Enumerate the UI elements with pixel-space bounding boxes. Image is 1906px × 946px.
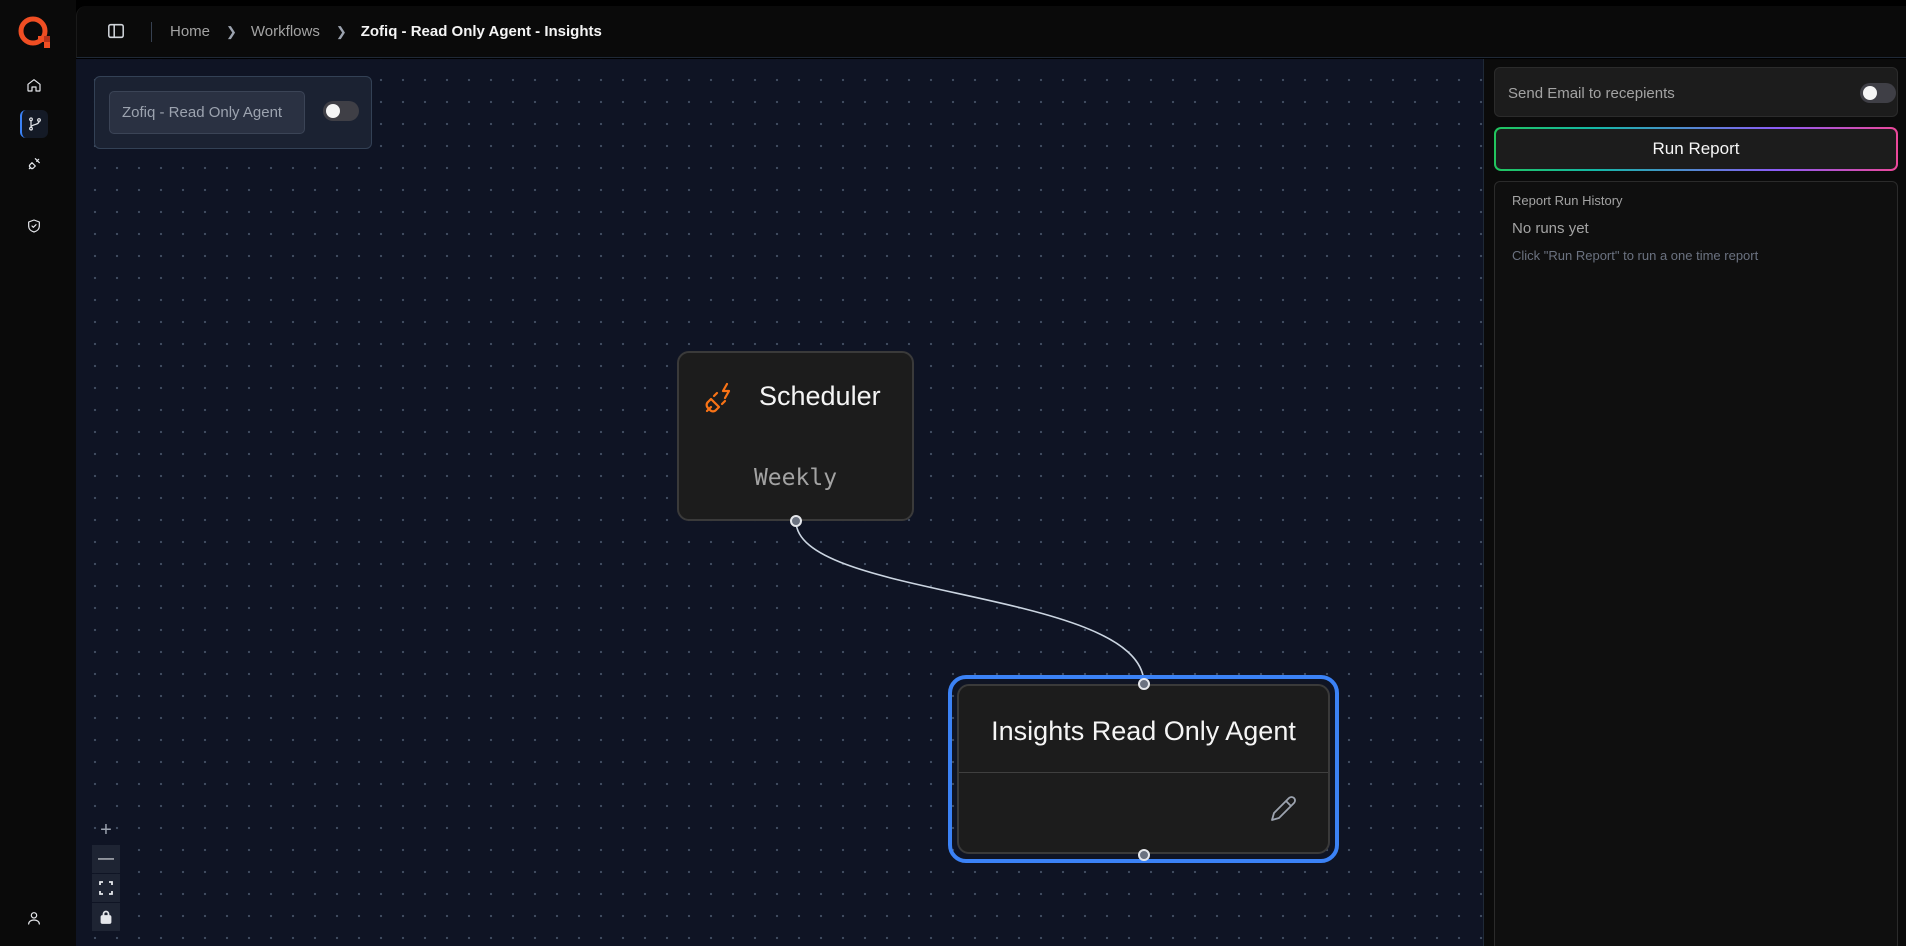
workflow-enabled-toggle[interactable] bbox=[323, 101, 359, 121]
report-panel: Send Email to recepients Run Report Repo… bbox=[1483, 59, 1906, 946]
home-icon bbox=[27, 79, 41, 92]
run-report-button[interactable]: Run Report bbox=[1494, 127, 1898, 171]
integrations-plug-icon bbox=[28, 158, 40, 170]
scheduler-node[interactable]: Scheduler Weekly bbox=[677, 351, 914, 521]
zofiq-logo-icon[interactable] bbox=[16, 14, 52, 50]
agent-title: Insights Read Only Agent bbox=[991, 716, 1296, 746]
shield-check-icon bbox=[28, 219, 40, 233]
divider bbox=[959, 772, 1328, 773]
breadcrumb-current: Zofiq - Read Only Agent - Insights bbox=[360, 23, 602, 40]
workflow-name-input[interactable] bbox=[109, 91, 305, 134]
edge-scheduler-to-agent bbox=[795, 520, 1145, 685]
send-email-toggle[interactable] bbox=[1860, 83, 1896, 103]
lock-icon bbox=[100, 910, 112, 924]
toggle-knob bbox=[326, 104, 340, 118]
edit-agent-button[interactable] bbox=[1266, 792, 1302, 828]
agent-output-handle[interactable] bbox=[1138, 849, 1150, 861]
fit-view-button[interactable] bbox=[92, 874, 120, 902]
zoom-in-button[interactable]: + bbox=[92, 816, 120, 844]
workflow-icon bbox=[29, 117, 41, 131]
sidebar-toggle-icon bbox=[108, 23, 124, 39]
sidebar-toggle-button[interactable] bbox=[107, 22, 127, 42]
app-rail bbox=[0, 0, 76, 946]
send-email-card: Send Email to recepients bbox=[1494, 67, 1898, 117]
scheduler-frequency: Weekly bbox=[753, 465, 838, 491]
top-bar: Home ❯ Workflows ❯ Zofiq - Read Only Age… bbox=[76, 6, 1906, 58]
agent-node[interactable]: Insights Read Only Agent bbox=[957, 684, 1330, 854]
breadcrumb: Home ❯ Workflows ❯ Zofiq - Read Only Age… bbox=[170, 23, 602, 40]
empty-state-hint: Click "Run Report" to run a one time rep… bbox=[1512, 248, 1759, 263]
nav-profile-button[interactable] bbox=[20, 904, 48, 932]
report-run-history: Report Run History No runs yet Click "Ru… bbox=[1494, 181, 1898, 946]
lock-button[interactable] bbox=[92, 903, 120, 931]
history-title: Report Run History bbox=[1512, 193, 1623, 208]
nav-home-button[interactable] bbox=[20, 71, 48, 99]
workflow-name-panel bbox=[94, 76, 372, 149]
empty-state-title: No runs yet bbox=[1512, 220, 1589, 237]
pencil-icon bbox=[1271, 796, 1296, 821]
agent-node-selection: Insights Read Only Agent bbox=[948, 675, 1339, 863]
plug-bolt-icon bbox=[703, 381, 737, 415]
chevron-right-icon: ❯ bbox=[226, 23, 237, 39]
breadcrumb-workflows[interactable]: Workflows bbox=[251, 23, 320, 40]
breadcrumb-home[interactable]: Home bbox=[170, 23, 210, 40]
chevron-right-icon: ❯ bbox=[335, 23, 347, 39]
send-email-label: Send Email to recepients bbox=[1508, 85, 1675, 102]
toggle-knob bbox=[1863, 86, 1877, 100]
zoom-out-button[interactable]: — bbox=[92, 845, 120, 873]
scheduler-output-handle[interactable] bbox=[790, 515, 802, 527]
workflow-canvas[interactable]: Scheduler Weekly Insights Read Only Agen… bbox=[76, 59, 1483, 946]
nav-workflows-button[interactable] bbox=[20, 110, 48, 138]
fit-view-icon bbox=[99, 881, 113, 895]
divider bbox=[151, 22, 152, 42]
zoom-controls: + — bbox=[92, 816, 120, 932]
agent-input-handle[interactable] bbox=[1138, 678, 1150, 690]
nav-integrations-button[interactable] bbox=[20, 150, 48, 178]
nav-security-button[interactable] bbox=[20, 212, 48, 240]
scheduler-title: Scheduler bbox=[759, 381, 881, 411]
user-icon bbox=[28, 912, 40, 925]
